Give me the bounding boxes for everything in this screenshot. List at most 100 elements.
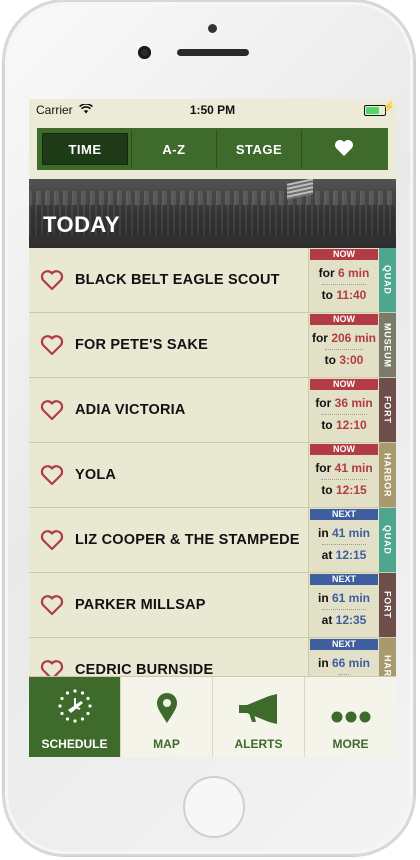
duration-value: 66 min (332, 656, 371, 670)
day-title: TODAY (43, 212, 121, 237)
time-prefix: to (324, 353, 336, 367)
duration-prefix: for (315, 396, 332, 410)
duration-value: 36 min (334, 396, 373, 410)
status-time: 1:50 PM (189, 103, 236, 117)
phone-frame: Carrier 1:50 PM ⚡ TIME A-Z STAGE TODAY BLA… (3, 0, 415, 856)
stage-label: FORT (379, 573, 396, 637)
favorite-heart-icon[interactable] (29, 443, 75, 507)
duration-prefix: in (317, 526, 329, 540)
app-screen: Carrier 1:50 PM ⚡ TIME A-Z STAGE TODAY BLA… (29, 99, 396, 757)
time-value: 12:35 (335, 613, 367, 627)
stage-name: HARBOR (382, 452, 393, 498)
time-value: 12:15 (335, 548, 367, 562)
map-pin-icon (155, 692, 179, 737)
earpiece-speaker (177, 49, 249, 56)
time-line: at 12:15 (321, 544, 367, 562)
charging-icon: ⚡ (382, 102, 395, 113)
stage-label: QUAD (379, 248, 396, 312)
duration-value: 61 min (332, 591, 371, 605)
favorite-heart-icon[interactable] (29, 248, 75, 312)
stage-label: QUAD (379, 508, 396, 572)
duration-line: in 66 min (318, 656, 370, 670)
duration-value: 206 min (331, 331, 377, 345)
time-prefix: to (321, 483, 333, 497)
tab-schedule[interactable]: SCHEDULE (29, 677, 120, 757)
artist-name: ADIA VICTORIA (75, 402, 186, 418)
banner-flag (287, 179, 313, 200)
artist-name: FOR PETE'S SAKE (75, 337, 208, 353)
duration-prefix: in (317, 656, 329, 670)
stage-name: FORT (382, 591, 393, 619)
stage-label: FORT (379, 378, 396, 442)
schedule-row[interactable]: PARKER MILLSAP NEXT in 61 min at 12:35 FORT (29, 573, 396, 638)
time-value: 11:40 (336, 288, 367, 302)
home-button[interactable] (183, 776, 245, 838)
time-value: 3:00 (339, 353, 364, 367)
status-badge: NEXT (310, 509, 378, 520)
artist-name: PARKER MILLSAP (75, 597, 206, 613)
set-time-box: NEXT in 61 min at 12:35 (308, 573, 379, 637)
phone-sensor (208, 24, 217, 33)
segment-time[interactable]: TIME (42, 133, 128, 165)
segment-a-z[interactable]: A-Z (131, 130, 216, 168)
duration-line: in 61 min (318, 591, 370, 605)
tab-more[interactable]: MORE (304, 677, 396, 757)
tab-label: MAP (153, 737, 180, 751)
time-prefix: to (321, 418, 333, 432)
time-prefix: at (321, 548, 333, 562)
more-dots-icon (331, 710, 371, 737)
schedule-list[interactable]: BLACK BELT EAGLE SCOUT NOW for 6 min to 11:… (29, 248, 396, 703)
duration-prefix: for (315, 461, 332, 475)
stage-name: QUAD (382, 525, 393, 555)
tab-label: MORE (332, 737, 369, 751)
stage-name: MUSEUM (382, 322, 393, 368)
duration-line: in 41 min (318, 526, 370, 540)
schedule-row[interactable]: ADIA VICTORIA NOW for 36 min to 12:10 FORT (29, 378, 396, 443)
duration-value: 6 min (338, 266, 370, 280)
segment-favorites[interactable] (301, 130, 386, 168)
duration-prefix: in (317, 591, 329, 605)
duration-value: 41 min (332, 526, 371, 540)
schedule-row[interactable]: YOLA NOW for 41 min to 12:15 HARBOR (29, 443, 396, 508)
set-time-box: NEXT in 41 min at 12:15 (308, 508, 379, 572)
tab-label: ALERTS (234, 737, 283, 751)
stage-label: HARBOR (379, 443, 396, 507)
tab-alerts[interactable]: ALERTS (212, 677, 304, 757)
duration-prefix: for (311, 331, 328, 345)
status-badge: NOW (310, 379, 378, 390)
segment-stage[interactable]: STAGE (216, 130, 301, 168)
tab-map[interactable]: MAP (120, 677, 212, 757)
favorite-heart-icon[interactable] (29, 313, 75, 377)
artist-name: BLACK BELT EAGLE SCOUT (75, 272, 280, 288)
time-line: to 12:15 (321, 479, 367, 497)
megaphone-icon (237, 694, 281, 737)
set-time-box: NOW for 6 min to 11:40 (308, 248, 379, 312)
duration-line: for 206 min (312, 331, 376, 345)
duration-line: for 36 min (315, 396, 372, 410)
favorite-heart-icon[interactable] (29, 573, 75, 637)
duration-prefix: for (318, 266, 335, 280)
set-time-box: NOW for 206 min to 3:00 (308, 313, 379, 377)
status-badge: NOW (310, 444, 378, 455)
duration-line: for 6 min (319, 266, 370, 280)
favorite-heart-icon[interactable] (29, 378, 75, 442)
set-time-box: NOW for 36 min to 12:10 (308, 378, 379, 442)
time-line: at 12:35 (321, 609, 367, 627)
time-prefix: at (321, 613, 333, 627)
schedule-row[interactable]: LIZ COOPER & THE STAMPEDE NEXT in 41 min at… (29, 508, 396, 573)
status-bar: Carrier 1:50 PM ⚡ (29, 99, 396, 121)
time-line: to 11:40 (321, 284, 367, 302)
time-prefix: to (321, 288, 333, 302)
day-banner: TODAY (29, 179, 396, 248)
schedule-row[interactable]: FOR PETE'S SAKE NOW for 206 min to 3:00 MUSE… (29, 313, 396, 378)
schedule-row[interactable]: BLACK BELT EAGLE SCOUT NOW for 6 min to 11:… (29, 248, 396, 313)
status-badge: NEXT (310, 574, 378, 585)
heart-icon (334, 139, 354, 160)
stage-label: MUSEUM (379, 313, 396, 377)
sort-segment-bar: TIME A-Z STAGE (29, 121, 396, 179)
favorite-heart-icon[interactable] (29, 508, 75, 572)
schedule-icon (57, 688, 93, 737)
front-camera (138, 46, 151, 59)
tab-bar: SCHEDULE MAP ALERTS MORE (29, 676, 396, 757)
artist-name: LIZ COOPER & THE STAMPEDE (75, 532, 300, 548)
